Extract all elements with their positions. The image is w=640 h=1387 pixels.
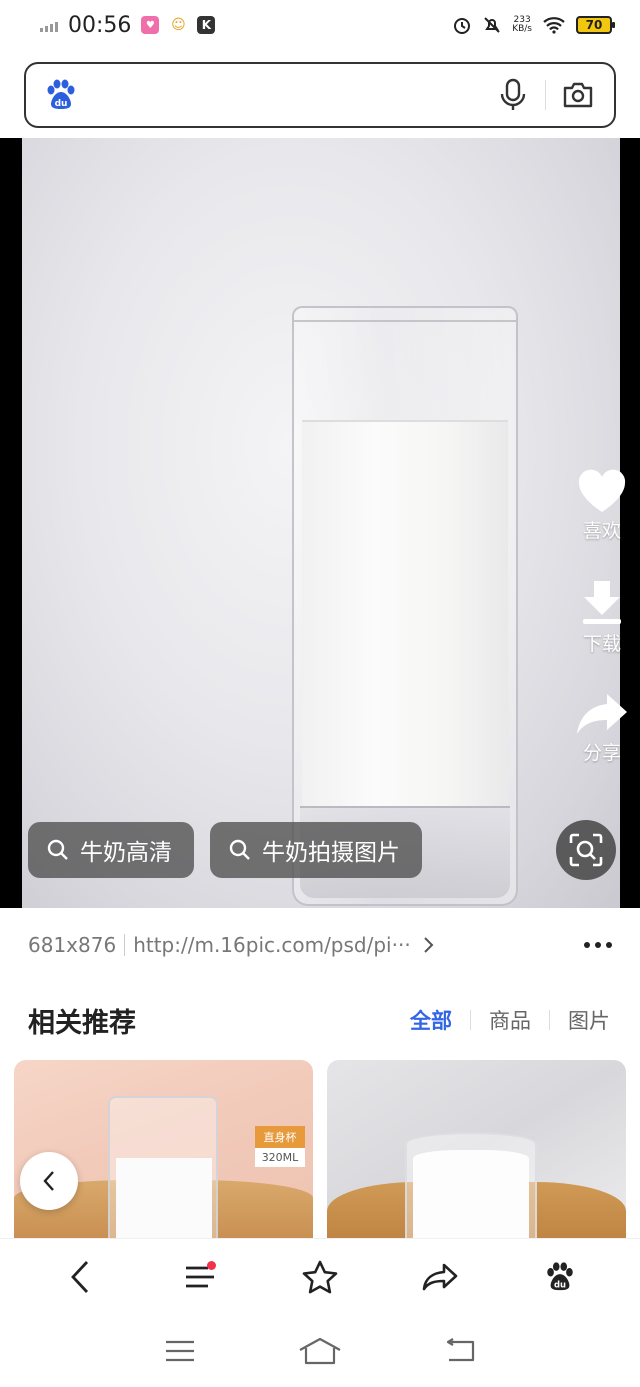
like-label: 喜欢 [582,520,621,542]
recommend-tabs: 全部 商品 图片 [408,1005,612,1035]
info-divider [124,934,126,956]
camera-icon[interactable] [560,77,596,113]
svg-text:du: du [554,1279,566,1289]
app-icon-2: ☺ [169,16,188,34]
app-icon-k: K [197,16,216,34]
download-icon [583,581,621,624]
chip-milk-photo[interactable]: 牛奶拍摄图片 [210,822,422,878]
search-icon [229,839,250,860]
baidu-paw-icon: du [547,1261,573,1290]
lens-scan-icon [569,833,603,867]
download-label: 下载 [582,633,621,655]
related-search-chips: 牛奶高清 牛奶拍摄图片 [28,822,422,878]
recommend-card-1[interactable]: 直身杯 320ML [14,1060,313,1240]
heart-icon [578,469,626,512]
image-source-info[interactable]: 681x876 http://m.16pic.com/psd/pi··· [0,908,640,982]
home-icon [299,1337,341,1364]
back-arrow-icon [71,1260,89,1293]
svg-text:du: du [55,99,68,109]
signal-icon [40,18,58,32]
alarm-icon [454,18,471,34]
search-divider [545,80,546,110]
tab-images[interactable]: 图片 [566,1005,612,1035]
floating-back-button[interactable] [20,1152,78,1210]
tab-all[interactable]: 全部 [408,1005,454,1035]
recent-apps-button[interactable] [155,1331,205,1371]
glass-of-milk [292,306,518,906]
recommend-title: 相关推荐 [28,1007,136,1039]
share-button[interactable]: 分享 [575,690,629,765]
notification-dot [207,1260,216,1270]
system-back-icon [446,1337,475,1361]
system-back-button[interactable] [435,1331,485,1371]
forward-share-icon [422,1263,458,1290]
recent-apps-icon [166,1340,194,1361]
side-actions: 喜欢 下载 分享 [570,468,634,765]
download-button[interactable]: 下载 [579,577,625,656]
tab-products[interactable]: 商品 [487,1005,533,1035]
favorite-button[interactable] [290,1247,350,1307]
share-page-button[interactable] [410,1247,470,1307]
more-options-icon[interactable] [584,942,612,948]
menu-button[interactable] [170,1247,230,1307]
milk-cup-image [405,1132,537,1240]
home-button[interactable] [295,1331,345,1371]
search-input[interactable] [92,75,481,115]
back-button[interactable] [50,1247,110,1307]
system-nav-bar [0,1314,640,1387]
chip-milk-hd[interactable]: 牛奶高清 [28,822,194,878]
chip-label: 牛奶高清 [80,840,172,866]
image-dimensions: 681x876 [28,933,117,957]
recommend-header: 相关推荐 全部 商品 图片 [0,990,640,1050]
net-speed: 233 KB/s [512,15,532,34]
chevron-right-icon[interactable] [421,935,437,955]
app-icon-1: ♥ [141,16,160,34]
share-icon [577,694,627,734]
share-label: 分享 [582,742,621,764]
search-bar[interactable]: du [24,62,616,128]
microphone-icon[interactable] [495,77,531,113]
recommend-cards: 直身杯 320ML [14,1060,626,1240]
baidu-paw-logo[interactable]: du [44,78,78,112]
like-button[interactable]: 喜欢 [576,468,628,543]
chip-label: 牛奶拍摄图片 [262,840,400,866]
baidu-home-button[interactable]: du [530,1247,590,1307]
status-bar: 00:56 ♥ ☺ K 233 KB/s 70 [0,0,640,50]
chevron-left-icon [43,1171,54,1191]
image-viewer[interactable]: 喜欢 下载 分享 牛奶高清 牛奶拍摄图片 [0,138,640,908]
recommend-card-2[interactable] [327,1060,626,1240]
star-icon [302,1260,338,1293]
search-icon [47,839,68,860]
battery-icon: 70 [576,16,615,34]
image-search-button[interactable] [556,820,616,880]
browser-toolbar: du [0,1238,640,1314]
product-tag: 直身杯 320ML [255,1126,305,1167]
status-time: 00:56 [68,12,132,38]
mute-icon [484,17,500,33]
milk-cup-image [108,1096,218,1240]
milk-glass-photo[interactable] [22,138,620,908]
wifi-icon [543,17,565,34]
source-url[interactable]: http://m.16pic.com/psd/pi··· [133,933,411,957]
